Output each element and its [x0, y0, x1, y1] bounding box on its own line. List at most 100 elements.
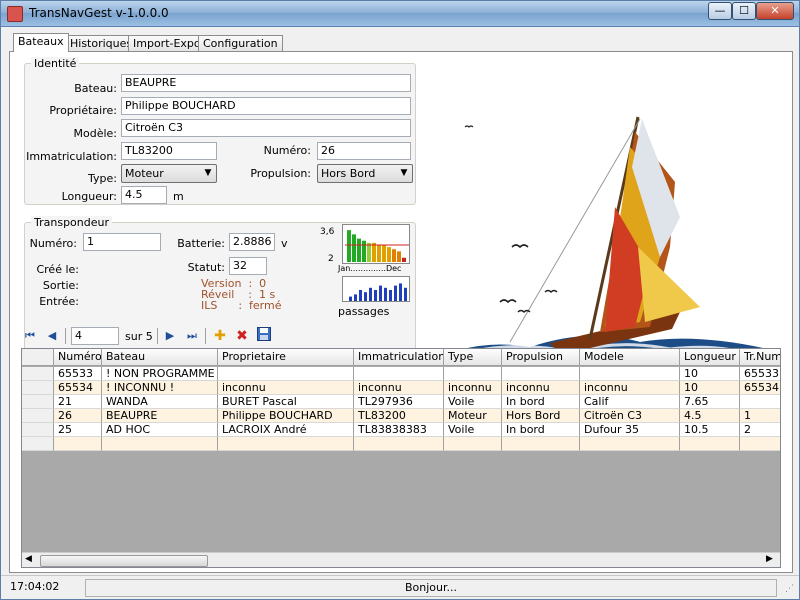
scroll-left-icon[interactable]: ◀: [25, 554, 32, 564]
grid-cell[interactable]: inconnu: [354, 381, 444, 395]
grid-cell[interactable]: [102, 437, 218, 451]
row-header[interactable]: [22, 367, 54, 381]
column-header[interactable]: Bateau: [102, 349, 218, 366]
longueur-input[interactable]: 4.5: [121, 186, 167, 204]
grid-cell[interactable]: 10: [680, 367, 740, 381]
position-input[interactable]: 4: [71, 327, 119, 345]
immatriculation-input[interactable]: TL83200: [121, 142, 217, 160]
column-header[interactable]: Numéro: [54, 349, 102, 366]
grid-cell[interactable]: TL297936: [354, 395, 444, 409]
row-header[interactable]: [22, 395, 54, 409]
grid-cell[interactable]: Calif: [580, 395, 680, 409]
proprietaire-input[interactable]: Philippe BOUCHARD: [121, 97, 411, 115]
row-header[interactable]: [22, 349, 54, 366]
grid-cell[interactable]: [502, 367, 580, 381]
grid-cell[interactable]: Citroën C3: [580, 409, 680, 423]
scroll-thumb[interactable]: [40, 555, 208, 567]
type-select[interactable]: Moteur ▼: [121, 164, 217, 183]
grid-cell[interactable]: [444, 367, 502, 381]
table-row[interactable]: 25 AD HOC LACROIX André TL83838383 Voile In b…: [22, 423, 780, 437]
grid-cell[interactable]: 10.5: [680, 423, 740, 437]
row-header[interactable]: [22, 409, 54, 423]
save-icon[interactable]: [255, 327, 273, 345]
grid-cell[interactable]: [54, 437, 102, 451]
title-bar[interactable]: TransNavGest v-1.0.0.0 — ☐ ✕: [1, 1, 799, 27]
statut-input[interactable]: 32: [229, 257, 267, 275]
delete-icon[interactable]: ✖: [233, 327, 251, 345]
grid-cell[interactable]: [354, 367, 444, 381]
grid-cell[interactable]: [354, 437, 444, 451]
grid-cell[interactable]: Hors Bord: [502, 409, 580, 423]
grid-cell[interactable]: 65534: [740, 381, 780, 395]
grid-cell[interactable]: TL83200: [354, 409, 444, 423]
grid-cell[interactable]: inconnu: [444, 381, 502, 395]
grid-cell[interactable]: Moteur: [444, 409, 502, 423]
move-previous-icon[interactable]: ◀: [43, 327, 61, 345]
grid-cell[interactable]: Voile: [444, 395, 502, 409]
grid-cell[interactable]: 4.5: [680, 409, 740, 423]
boats-grid[interactable]: Numéro Bateau Proprietaire Immatriculation T…: [21, 348, 781, 568]
grid-cell[interactable]: [740, 395, 780, 409]
numero-input[interactable]: 26: [317, 142, 411, 160]
horizontal-scrollbar[interactable]: ◀ ▶: [22, 552, 780, 567]
grid-cell[interactable]: 26: [54, 409, 102, 423]
grid-cell[interactable]: inconnu: [502, 381, 580, 395]
move-last-icon[interactable]: ⏭: [183, 327, 201, 345]
grid-cell[interactable]: AD HOC: [102, 423, 218, 437]
batterie-input[interactable]: 2.8886: [229, 233, 275, 251]
propulsion-select[interactable]: Hors Bord ▼: [317, 164, 413, 183]
new-row[interactable]: [22, 437, 780, 451]
table-row[interactable]: 26 BEAUPRE Philippe BOUCHARD TL83200 Moteur H…: [22, 409, 780, 423]
tab-configuration[interactable]: Configuration: [198, 35, 283, 52]
row-header[interactable]: [22, 423, 54, 437]
column-header[interactable]: Proprietaire: [218, 349, 354, 366]
grid-cell[interactable]: In bord: [502, 423, 580, 437]
grid-cell[interactable]: 65533: [740, 367, 780, 381]
maximize-button[interactable]: ☐: [732, 2, 756, 20]
grid-cell[interactable]: [502, 437, 580, 451]
grid-cell[interactable]: BEAUPRE: [102, 409, 218, 423]
close-button[interactable]: ✕: [756, 2, 794, 20]
grid-cell[interactable]: WANDA: [102, 395, 218, 409]
grid-cell[interactable]: Voile: [444, 423, 502, 437]
tab-historiques[interactable]: Historiques: [65, 35, 138, 52]
grid-cell[interactable]: 2: [740, 423, 780, 437]
column-header[interactable]: Propulsion: [502, 349, 580, 366]
column-header[interactable]: Immatriculation: [354, 349, 444, 366]
grid-cell[interactable]: BURET Pascal: [218, 395, 354, 409]
table-row[interactable]: 65534! INCONNU ! inconnu inconnu inconnu inc…: [22, 381, 780, 395]
grid-cell[interactable]: [580, 437, 680, 451]
row-header[interactable]: [22, 381, 54, 395]
column-header[interactable]: Type: [444, 349, 502, 366]
table-row[interactable]: 21 WANDA BURET Pascal TL297936 Voile In bord C…: [22, 395, 780, 409]
grid-header-row[interactable]: Numéro Bateau Proprietaire Immatriculation T…: [22, 349, 780, 366]
grid-cell[interactable]: TL83838383: [354, 423, 444, 437]
add-new-icon[interactable]: ✚: [211, 327, 229, 345]
grid-cell[interactable]: 65533: [54, 367, 102, 381]
grid-cell[interactable]: [740, 437, 780, 451]
scroll-right-icon[interactable]: ▶: [766, 554, 773, 564]
grid-cell[interactable]: 10: [680, 381, 740, 395]
grid-cell[interactable]: In bord: [502, 395, 580, 409]
modele-input[interactable]: Citroën C3: [121, 119, 411, 137]
grid-cell[interactable]: [680, 437, 740, 451]
grid-cell[interactable]: ! NON PROGRAMME !: [102, 367, 218, 381]
grid-cell[interactable]: [218, 367, 354, 381]
grid-cell[interactable]: [444, 437, 502, 451]
row-header[interactable]: [22, 437, 54, 451]
move-next-icon[interactable]: ▶: [161, 327, 179, 345]
grid-cell[interactable]: 21: [54, 395, 102, 409]
minimize-button[interactable]: —: [708, 2, 732, 20]
grid-cell[interactable]: inconnu: [580, 381, 680, 395]
grid-cell[interactable]: [580, 367, 680, 381]
column-header[interactable]: Longueur: [680, 349, 740, 366]
grid-cell[interactable]: LACROIX André: [218, 423, 354, 437]
grid-cell[interactable]: inconnu: [218, 381, 354, 395]
bateau-input[interactable]: BEAUPRE: [121, 74, 411, 92]
grid-cell[interactable]: 7.65: [680, 395, 740, 409]
grid-cell[interactable]: [218, 437, 354, 451]
grid-cell[interactable]: 1: [740, 409, 780, 423]
resize-grip-icon[interactable]: ⋰: [785, 584, 794, 594]
grid-cell[interactable]: 65534: [54, 381, 102, 395]
column-header[interactable]: Modele: [580, 349, 680, 366]
